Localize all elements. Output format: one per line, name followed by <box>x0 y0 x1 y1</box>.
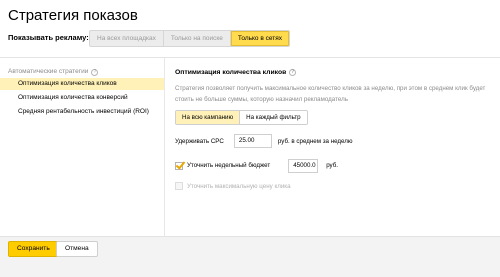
dialog-footer: Сохранить Отмена <box>0 236 500 277</box>
show-ads-label: Показывать рекламу: <box>8 33 89 42</box>
sidebar-item-click-optimization[interactable]: Оптимизация количества кликов <box>0 78 164 90</box>
scope-segmented-control: На всю кампанию На каждый фильтр <box>175 110 308 125</box>
show-search-only-button[interactable]: Только на поиске <box>164 31 231 46</box>
scope-each-filter-button[interactable]: На каждый фильтр <box>240 111 307 124</box>
weekly-budget-input[interactable]: 45000.0 <box>288 158 319 173</box>
cpc-suffix: руб. в среднем за неделю <box>277 137 353 145</box>
cpc-input[interactable]: 25.00 <box>233 134 272 148</box>
cpc-row: Удерживать CPC 25.00 руб. в среднем за н… <box>175 134 353 148</box>
strategy-settings-panel: Оптимизация количества кликов ? Стратеги… <box>175 66 493 190</box>
sidebar-heading-label: Автоматические стратегии <box>8 68 89 75</box>
question-icon[interactable]: ? <box>289 68 297 76</box>
strategy-heading: Оптимизация количества кликов ? <box>175 66 493 78</box>
sidebar-heading: Автоматические стратегии ? <box>0 66 164 78</box>
max-price-checkbox[interactable] <box>175 182 183 190</box>
sidebar-divider <box>164 58 165 236</box>
strategy-sidebar: Автоматические стратегии ? Оптимизация к… <box>0 66 164 120</box>
save-button[interactable]: Сохранить <box>8 241 59 257</box>
dialog-title: Стратегия показов <box>8 7 138 24</box>
weekly-budget-suffix: руб. <box>326 162 338 169</box>
weekly-budget-row: Уточнить недельный бюджет 45000.0 руб. <box>175 158 338 173</box>
max-price-row: Уточнить максимальную цену клика <box>175 182 291 190</box>
sidebar-item-roi[interactable]: Средняя рентабельность инвестиций (ROI) <box>0 106 164 118</box>
max-price-label: Уточнить максимальную цену клика <box>187 182 291 190</box>
show-networks-only-button[interactable]: Только в сетях <box>230 31 290 46</box>
show-all-platforms-button[interactable]: На всех площадках <box>90 31 164 46</box>
question-icon[interactable]: ? <box>91 68 99 76</box>
scope-whole-campaign-button[interactable]: На всю кампанию <box>176 111 241 124</box>
cancel-button[interactable]: Отмена <box>56 241 98 257</box>
show-ads-segmented-control: На всех площадках Только на поиске Тольк… <box>89 30 291 47</box>
header-divider <box>0 57 500 58</box>
sidebar-item-conversion-optimization[interactable]: Оптимизация количества конверсий <box>0 92 164 104</box>
weekly-budget-label[interactable]: Уточнить недельный бюджет <box>187 162 270 169</box>
strategy-description: Стратегия позволяет получить максимально… <box>175 85 486 103</box>
show-ads-row: Показывать рекламу: На всех площадках То… <box>8 30 492 48</box>
strategy-heading-label: Оптимизация количества кликов <box>175 68 287 76</box>
cpc-label: Удерживать CPC <box>175 137 224 145</box>
weekly-budget-checkbox[interactable] <box>175 161 183 170</box>
